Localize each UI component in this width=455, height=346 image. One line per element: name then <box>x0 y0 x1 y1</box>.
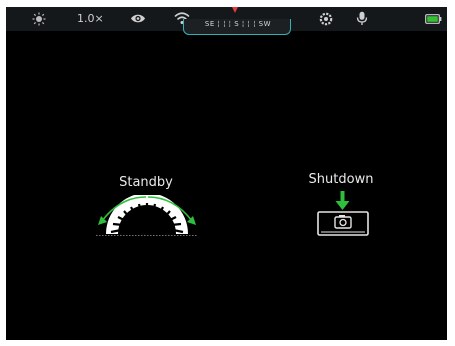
shutdown-press-button-icon[interactable] <box>311 191 375 237</box>
shutdown-label: Shutdown <box>308 172 374 187</box>
eye-icon[interactable] <box>130 13 146 24</box>
standby-dial-gesture-icon[interactable] <box>92 195 202 239</box>
microphone-icon[interactable] <box>356 11 368 26</box>
status-bar: 1.0× SE ¦ ¦ ¦ S ¦ ¦ ¦ SW <box>6 7 447 35</box>
settings-icon[interactable] <box>319 12 333 26</box>
zoom-level: 1.0× <box>77 12 104 25</box>
compass-strip: SE ¦ ¦ ¦ S ¦ ¦ ¦ SW <box>183 19 291 35</box>
heading-marker-icon <box>232 7 238 13</box>
battery-icon <box>425 14 442 24</box>
brightness-icon[interactable] <box>32 12 46 26</box>
device-screen: 1.0× SE ¦ ¦ ¦ S ¦ ¦ ¦ SW Standby Shutdow… <box>6 7 447 340</box>
compass-heading: SE ¦ ¦ ¦ S ¦ ¦ ¦ SW <box>204 20 272 28</box>
standby-label: Standby <box>119 175 173 190</box>
